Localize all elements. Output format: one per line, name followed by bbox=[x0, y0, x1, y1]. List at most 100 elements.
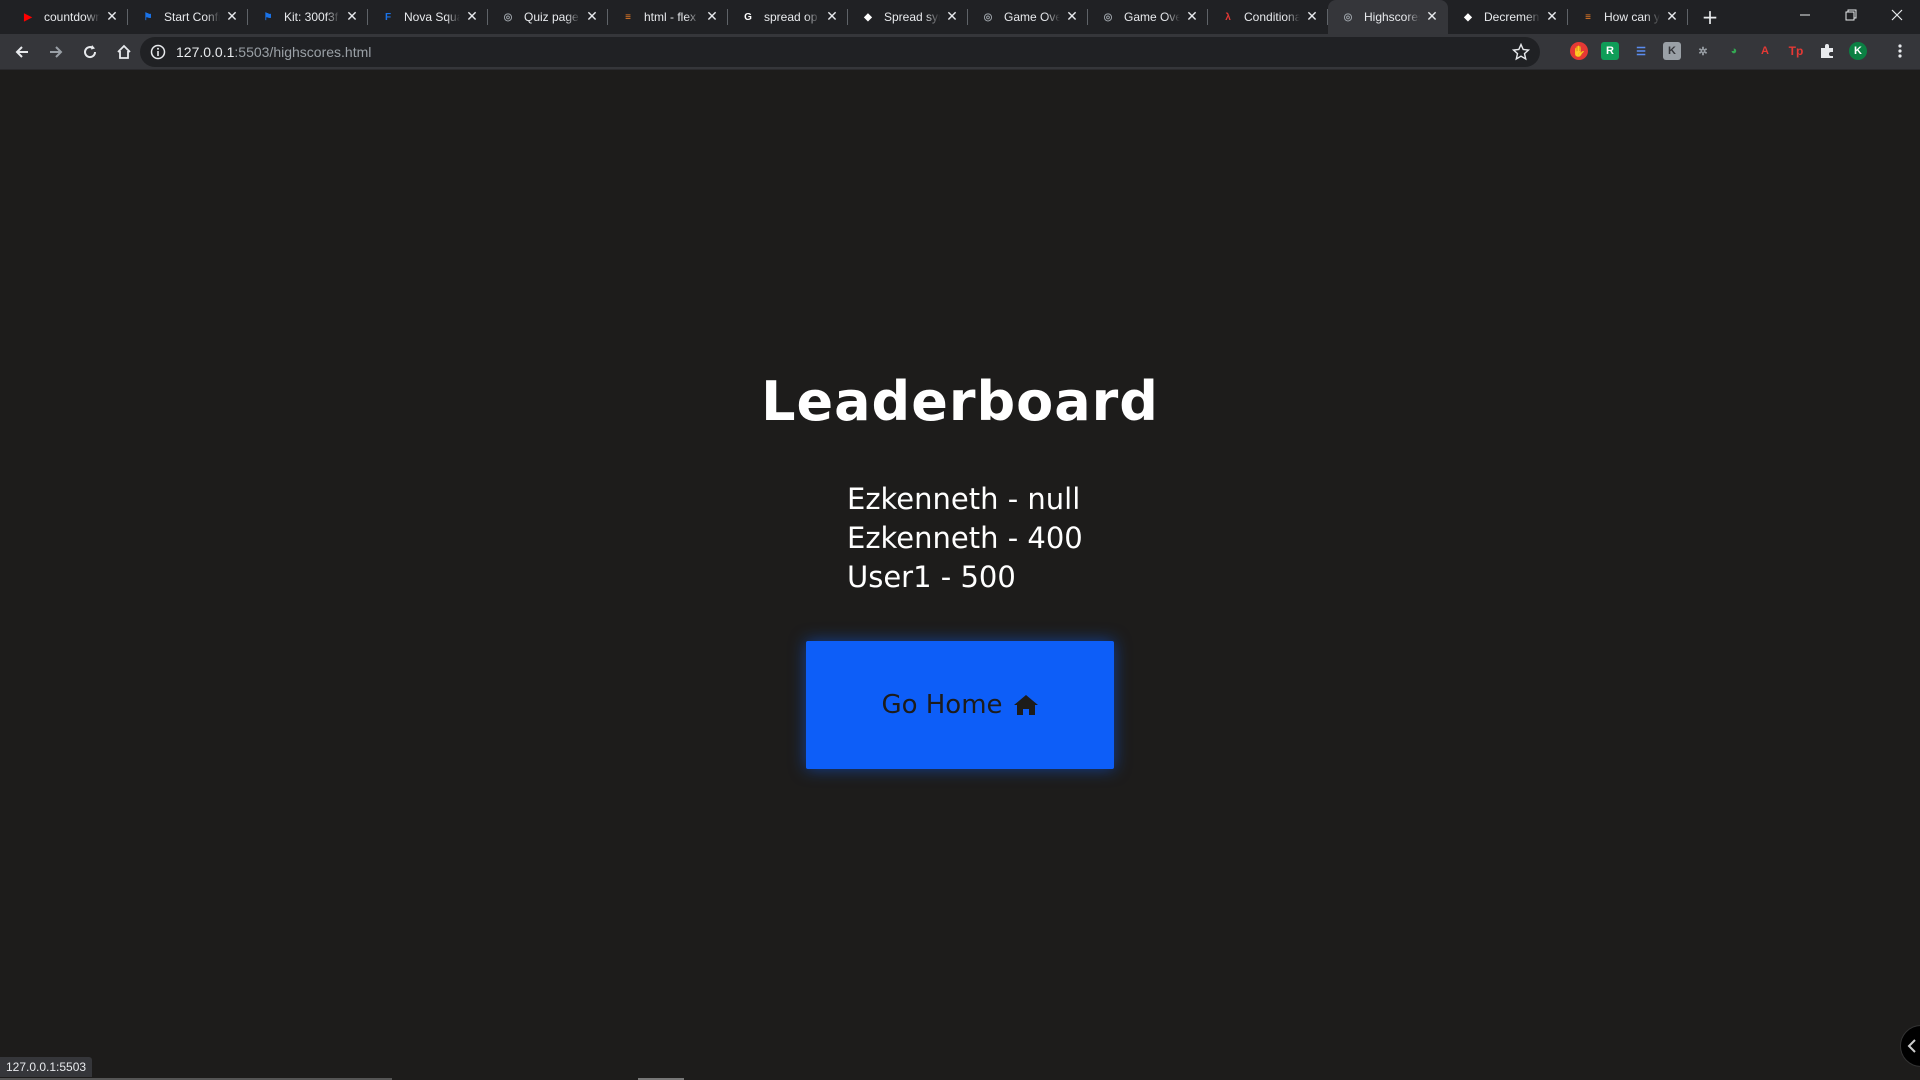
tab-title: countdown bbox=[44, 10, 100, 24]
browser-toolbar: 127.0.0.1:5503/highscores.html ✋ R ☰ K ✲… bbox=[0, 34, 1920, 70]
tab-close-icon[interactable]: ✕ bbox=[224, 9, 240, 25]
tab-close-icon[interactable]: ✕ bbox=[344, 9, 360, 25]
close-window-button[interactable] bbox=[1874, 0, 1920, 30]
tab-close-icon[interactable]: ✕ bbox=[1184, 9, 1200, 25]
profile-initial: K bbox=[1854, 45, 1862, 57]
tab-separator bbox=[1687, 9, 1688, 25]
tab-close-icon[interactable]: ✕ bbox=[464, 9, 480, 25]
tab-close-icon[interactable]: ✕ bbox=[944, 9, 960, 25]
sidebar-toggle-button[interactable] bbox=[1900, 1025, 1920, 1067]
forward-arrow-icon bbox=[50, 45, 63, 58]
tab-0[interactable]: ▶ countdown ✕ bbox=[8, 0, 128, 34]
back-arrow-icon bbox=[15, 45, 28, 58]
tab-title: spread op bbox=[764, 10, 818, 24]
extension-tp-icon[interactable]: Tp bbox=[1787, 42, 1805, 60]
tab-5[interactable]: ≡ html - flex ✕ bbox=[608, 0, 728, 34]
tab-title: Quiz page bbox=[524, 10, 579, 24]
home-button[interactable] bbox=[108, 36, 140, 68]
tab-7[interactable]: ◆ Spread syntax ✕ bbox=[848, 0, 968, 34]
tab-strip: ▶ countdown ✕ ⚑ Start Configuration ✕ ⚑ Kit: 30… bbox=[0, 0, 1920, 34]
tab-title: Game Over bbox=[1004, 10, 1060, 24]
extension-r-icon[interactable]: R bbox=[1601, 42, 1619, 60]
youtube-icon: ▶ bbox=[24, 11, 32, 23]
extension-k-icon[interactable]: K bbox=[1663, 42, 1681, 60]
globe-icon: ◎ bbox=[1343, 11, 1353, 23]
tab-9[interactable]: ◎ Game Over ✕ bbox=[1088, 0, 1208, 34]
tab-close-icon[interactable]: ✕ bbox=[824, 9, 840, 25]
tab-8[interactable]: ◎ Game Over ✕ bbox=[968, 0, 1088, 34]
extensions-puzzle-icon[interactable] bbox=[1818, 42, 1836, 60]
tab-close-icon[interactable]: ✕ bbox=[1304, 9, 1320, 25]
tab-title: Kit: 300f3f bbox=[284, 10, 339, 24]
tab-2[interactable]: ⚑ Kit: 300f3f ✕ bbox=[248, 0, 368, 34]
restore-icon bbox=[1845, 9, 1857, 21]
go-home-button[interactable]: Go Home bbox=[806, 641, 1114, 769]
globe-icon: ◎ bbox=[503, 11, 513, 23]
page-title: Leaderboard bbox=[761, 370, 1159, 433]
go-home-label: Go Home bbox=[881, 690, 1003, 720]
profile-avatar[interactable]: K bbox=[1849, 42, 1867, 60]
minimize-icon bbox=[1800, 14, 1810, 16]
tab-1[interactable]: ⚑ Start Configuration ✕ bbox=[128, 0, 248, 34]
globe-icon: ◎ bbox=[1103, 11, 1113, 23]
tab-title: html - flex bbox=[644, 10, 697, 24]
tab-title: Spread syntax bbox=[884, 10, 940, 24]
tab-close-icon[interactable]: ✕ bbox=[1544, 9, 1560, 25]
google-icon: G bbox=[744, 11, 752, 23]
page-content: Leaderboard Ezkenneth - null Ezkenneth - … bbox=[0, 70, 1920, 1080]
status-text: 127.0.0.1:5503 bbox=[6, 1060, 87, 1074]
reload-button[interactable] bbox=[74, 36, 106, 68]
tab-close-icon[interactable]: ✕ bbox=[1664, 9, 1680, 25]
flag-icon: ⚑ bbox=[143, 11, 153, 23]
extension-gear-icon[interactable]: ✲ bbox=[1694, 42, 1712, 60]
restore-button[interactable] bbox=[1828, 0, 1874, 30]
extension-pdf-icon[interactable]: A bbox=[1756, 42, 1774, 60]
tab-close-icon[interactable]: ✕ bbox=[584, 9, 600, 25]
tab-6[interactable]: Gspread op ✕ bbox=[728, 0, 848, 34]
chevron-left-icon bbox=[1907, 1039, 1916, 1053]
tab-close-icon[interactable]: ✕ bbox=[1424, 9, 1440, 25]
extension-hand-icon[interactable]: ✋ bbox=[1570, 42, 1588, 60]
browser-menu-icon[interactable] bbox=[1891, 42, 1909, 60]
reload-icon bbox=[84, 44, 97, 58]
close-icon bbox=[1891, 9, 1903, 21]
tab-title: How can you bbox=[1604, 10, 1660, 24]
extension-color-icon[interactable]: ◕ bbox=[1725, 42, 1743, 60]
flag-icon: ⚑ bbox=[263, 11, 273, 23]
mdn-icon: ◆ bbox=[1464, 11, 1472, 23]
tab-3[interactable]: F Nova Square ✕ bbox=[368, 0, 488, 34]
tab-11[interactable]: ◎ Highscores ✕ bbox=[1328, 0, 1448, 34]
tab-close-icon[interactable]: ✕ bbox=[1064, 9, 1080, 25]
tab-close-icon[interactable]: ✕ bbox=[704, 9, 720, 25]
score-entry: User1 - 500 bbox=[847, 560, 1016, 594]
score-entry: Ezkenneth - null bbox=[847, 482, 1081, 516]
tab-title: Game Over bbox=[1124, 10, 1180, 24]
address-bar[interactable]: 127.0.0.1:5503/highscores.html bbox=[140, 37, 1540, 67]
tab-13[interactable]: ≡ How can you ✕ bbox=[1568, 0, 1688, 34]
url-path: :5503/highscores.html bbox=[234, 44, 372, 60]
back-button[interactable] bbox=[6, 36, 38, 68]
stackoverflow-icon: ≡ bbox=[1585, 11, 1591, 23]
info-icon bbox=[150, 44, 166, 60]
tab-close-icon[interactable]: ✕ bbox=[104, 9, 120, 25]
highscores-list: Ezkenneth - null Ezkenneth - 400 User1 - 5… bbox=[847, 480, 1083, 597]
score-entry: Ezkenneth - 400 bbox=[847, 521, 1083, 555]
bookmark-star-icon[interactable] bbox=[1511, 42, 1531, 65]
new-tab-button[interactable]: + bbox=[1696, 3, 1724, 31]
tab-title: Nova Square bbox=[404, 10, 460, 24]
home-icon bbox=[117, 44, 131, 59]
minimize-button[interactable] bbox=[1782, 0, 1828, 30]
home-icon bbox=[1013, 695, 1038, 715]
tab-4[interactable]: ◎ Quiz page ✕ bbox=[488, 0, 608, 34]
font-icon: F bbox=[384, 11, 392, 23]
mdn-icon: ◆ bbox=[864, 11, 872, 23]
tab-title: Decrement bbox=[1484, 10, 1540, 24]
stackoverflow-icon: ≡ bbox=[625, 11, 631, 23]
globe-icon: ◎ bbox=[983, 11, 993, 23]
tab-10[interactable]: λ Conditional ✕ bbox=[1208, 0, 1328, 34]
tab-12[interactable]: ◆ Decrement ✕ bbox=[1448, 0, 1568, 34]
extension-list-icon[interactable]: ☰ bbox=[1632, 42, 1650, 60]
forward-button[interactable] bbox=[40, 36, 72, 68]
tab-title: Start Configuration bbox=[164, 10, 220, 24]
w3-icon: λ bbox=[1225, 11, 1231, 23]
